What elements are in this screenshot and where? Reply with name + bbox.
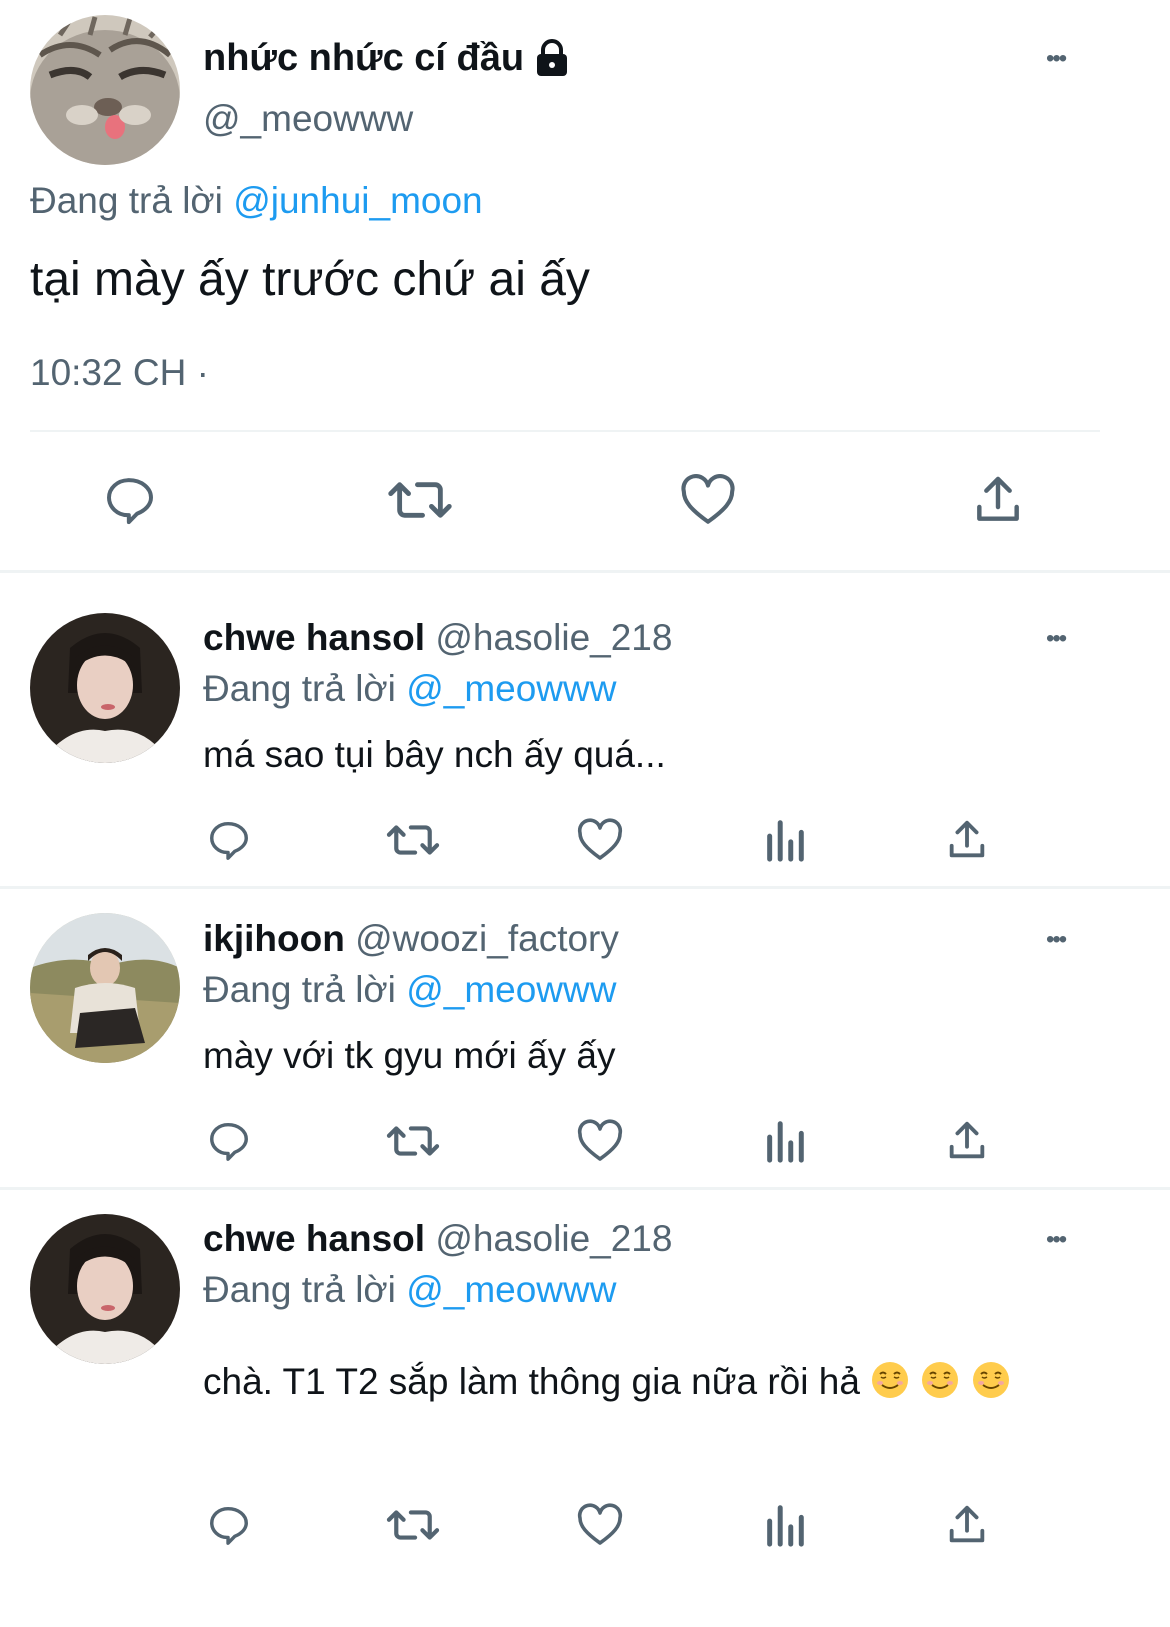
avatar[interactable] — [30, 1214, 180, 1364]
share-icon — [949, 820, 985, 858]
analytics-icon — [767, 1505, 804, 1547]
cat-avatar-icon — [30, 15, 180, 165]
smiling-face-emoji-icon — [922, 1362, 959, 1398]
reply-button[interactable] — [100, 470, 160, 530]
reply-to-link[interactable]: @_meowww — [406, 969, 616, 1010]
display-name[interactable]: nhức nhức cí đầu — [203, 37, 524, 80]
tweet-text: má sao tụi bây nch ấy quá... — [203, 734, 666, 775]
avatar[interactable] — [30, 913, 180, 1063]
retweet-icon — [386, 1510, 440, 1540]
reply-header: chwe hansol @hasolie_218 — [203, 1218, 672, 1260]
reply-icon — [107, 478, 153, 525]
lock-icon — [534, 39, 570, 77]
reply-prefix: Đang trả lời — [30, 180, 223, 221]
reply-icon — [210, 821, 248, 860]
smiling-face-emoji-icon — [872, 1362, 909, 1398]
more-options-button[interactable]: ••• — [1046, 1226, 1067, 1254]
share-icon — [949, 1121, 985, 1159]
like-button[interactable] — [575, 1500, 625, 1550]
share-button[interactable] — [943, 815, 991, 865]
avatar[interactable] — [30, 15, 180, 165]
divider — [0, 1187, 1170, 1190]
person-avatar-icon — [30, 1214, 180, 1364]
divider — [0, 886, 1170, 889]
user-handle[interactable]: @hasolie_218 — [435, 617, 672, 658]
analytics-icon — [767, 820, 804, 862]
analytics-icon — [767, 1121, 804, 1163]
more-options-button[interactable]: ••• — [1046, 926, 1067, 954]
analytics-button[interactable] — [762, 1116, 808, 1166]
smiling-face-emoji-icon — [972, 1362, 1009, 1398]
display-name[interactable]: chwe hansol — [203, 617, 425, 658]
like-button[interactable] — [575, 1116, 625, 1166]
reply-prefix: Đang trả lời — [203, 969, 396, 1010]
tweet-text: tại mày ấy trước chứ ai ấy — [30, 253, 590, 306]
tweet-header: nhức nhức cí đầu — [203, 33, 570, 83]
reply-header: chwe hansol @hasolie_218 — [203, 617, 672, 659]
reply-to-link[interactable]: @junhui_moon — [233, 180, 482, 221]
share-button[interactable] — [968, 470, 1028, 530]
tweet-timestamp[interactable]: 10:32 CH · — [30, 352, 209, 394]
reply-button[interactable] — [205, 1116, 253, 1166]
avatar[interactable] — [30, 613, 180, 763]
heart-icon — [577, 1503, 623, 1545]
reply-prefix: Đang trả lời — [203, 668, 396, 709]
share-icon — [977, 476, 1019, 521]
reply-icon — [210, 1506, 248, 1545]
retweet-button[interactable] — [385, 815, 441, 865]
reply-prefix: Đang trả lời — [203, 1269, 396, 1310]
share-icon — [949, 1505, 985, 1543]
like-button[interactable] — [678, 470, 738, 530]
reply-header: ikjihoon @woozi_factory — [203, 918, 619, 960]
user-handle[interactable]: @hasolie_218 — [435, 1218, 672, 1259]
user-handle[interactable]: @_meowww — [203, 98, 413, 140]
user-handle[interactable]: @woozi_factory — [355, 918, 619, 959]
display-name[interactable]: chwe hansol — [203, 1218, 425, 1259]
analytics-button[interactable] — [762, 815, 808, 865]
heart-icon — [681, 474, 735, 524]
retweet-button[interactable] — [385, 1116, 441, 1166]
reply-icon — [210, 1122, 248, 1161]
reply-to-link[interactable]: @_meowww — [406, 1269, 616, 1310]
reply-button[interactable] — [205, 1500, 253, 1550]
more-options-button[interactable]: ••• — [1046, 45, 1067, 73]
heart-icon — [577, 1119, 623, 1161]
tweet-text: mày với tk gyu mới ấy ấy — [203, 1035, 616, 1076]
retweet-button[interactable] — [385, 470, 455, 530]
retweet-icon — [388, 482, 452, 518]
tweet-text-container: chà. T1 T2 sắp làm thông gia nữa rồi hả — [203, 1348, 1083, 1416]
share-button[interactable] — [943, 1500, 991, 1550]
divider — [0, 570, 1170, 573]
share-button[interactable] — [943, 1116, 991, 1166]
person-avatar-icon — [30, 613, 180, 763]
reply-to-link[interactable]: @_meowww — [406, 668, 616, 709]
reply-context: Đang trả lời @junhui_moon — [30, 180, 483, 222]
retweet-button[interactable] — [385, 1500, 441, 1550]
heart-icon — [577, 818, 623, 860]
like-button[interactable] — [575, 815, 625, 865]
more-options-button[interactable]: ••• — [1046, 625, 1067, 653]
retweet-icon — [386, 1126, 440, 1156]
retweet-icon — [386, 825, 440, 855]
divider — [30, 430, 1100, 432]
display-name[interactable]: ikjihoon — [203, 918, 345, 959]
reply-context: Đang trả lời @_meowww — [203, 668, 616, 710]
reply-button[interactable] — [205, 815, 253, 865]
analytics-button[interactable] — [762, 1500, 808, 1550]
person-avatar-icon — [30, 913, 180, 1063]
reply-context: Đang trả lời @_meowww — [203, 1269, 616, 1311]
tweet-text: chà. T1 T2 sắp làm thông gia nữa rồi hả — [203, 1361, 860, 1402]
reply-context: Đang trả lời @_meowww — [203, 969, 616, 1011]
